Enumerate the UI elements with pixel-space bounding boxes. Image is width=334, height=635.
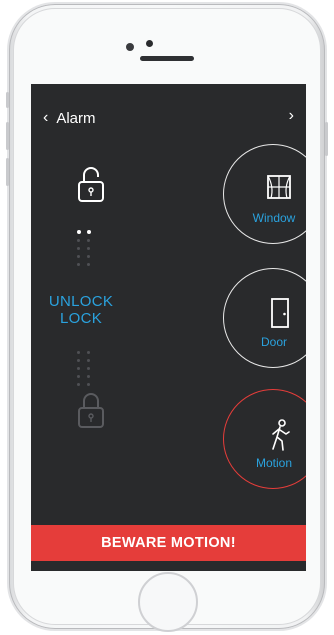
lock-label[interactable]: LOCK	[31, 310, 131, 327]
unlock-dots-indicator	[77, 230, 91, 266]
camera-icon	[146, 40, 153, 47]
volume-down-button	[6, 158, 9, 186]
lock-panel: UNLOCK LOCK	[31, 146, 131, 446]
chevron-left-icon: ‹	[43, 109, 49, 126]
back-button[interactable]: ‹ Alarm	[43, 108, 96, 128]
window-icon	[267, 175, 291, 199]
volume-up-button	[6, 122, 9, 150]
sensor-motion[interactable]: Motion	[223, 389, 306, 489]
chevron-right-icon[interactable]: ›	[289, 107, 294, 125]
back-label: Alarm	[56, 109, 96, 127]
walking-person-icon	[272, 419, 290, 451]
sensor-window[interactable]: Window	[223, 144, 306, 244]
lock-icon[interactable]	[78, 392, 104, 428]
lock-dots-indicator	[77, 351, 90, 386]
speaker-grille	[140, 56, 194, 61]
home-button[interactable]	[138, 572, 198, 632]
sensor-door[interactable]: Door	[223, 268, 306, 368]
lock-open-icon[interactable]	[78, 166, 104, 202]
power-button	[325, 122, 328, 156]
sensor-label: Window	[252, 211, 296, 225]
sensor-label: Motion	[255, 456, 293, 470]
motion-alert-banner[interactable]: BEWARE MOTION!	[31, 525, 306, 561]
sensor-label: Door	[260, 335, 287, 349]
top-bar: ‹ Alarm ›	[31, 84, 306, 146]
app-screen: ‹ Alarm › UNLOCK LOCK Window Door Motion…	[31, 84, 306, 571]
silent-switch	[6, 92, 9, 108]
door-icon	[271, 298, 289, 328]
sensor-icon	[126, 43, 134, 51]
unlock-label[interactable]: UNLOCK	[31, 293, 131, 310]
